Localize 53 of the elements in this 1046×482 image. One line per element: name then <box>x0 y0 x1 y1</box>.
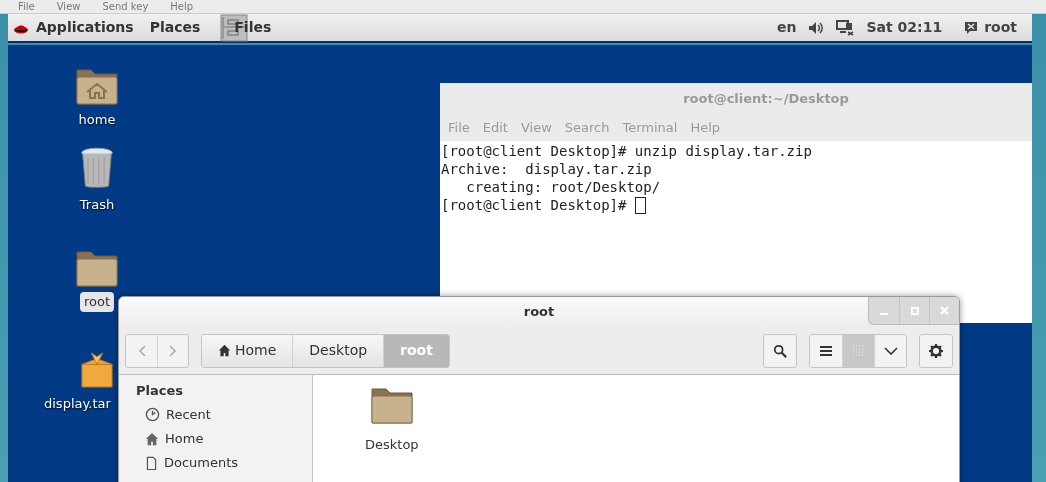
menu-item[interactable]: Help <box>170 0 194 13</box>
applications-menu[interactable]: Applications <box>36 17 134 38</box>
volume-icon[interactable] <box>808 20 825 35</box>
chevron-left-icon <box>137 344 146 357</box>
terminal-line: creating: root/Desktop/ <box>465 178 661 196</box>
window-title: root <box>523 303 555 322</box>
terminal-line: Archive: display.tar.zip <box>440 160 652 178</box>
menu-item[interactable]: View <box>56 0 81 13</box>
package-icon <box>80 350 114 390</box>
user-menu[interactable]: root <box>984 17 1017 38</box>
home-icon <box>218 344 231 357</box>
settings-icon <box>929 343 943 358</box>
terminal-cursor <box>634 196 646 214</box>
close-icon <box>940 306 949 315</box>
search-icon <box>773 343 787 358</box>
path-button[interactable]: Desktop <box>292 334 384 367</box>
desktop-icon-label[interactable]: root <box>79 292 115 312</box>
sidebar-item[interactable]: Recent <box>166 404 211 425</box>
active-app-menu[interactable]: Files <box>234 17 272 38</box>
chevron-down-icon <box>883 346 898 355</box>
clock[interactable]: Sat 02:11 <box>866 17 943 38</box>
terminal-line: [root@client Desktop]# <box>440 196 628 214</box>
sidebar-heading: Places <box>135 382 185 400</box>
keyboard-layout-indicator[interactable]: en <box>777 17 797 38</box>
list-icon <box>820 345 832 356</box>
view-options-button[interactable] <box>874 334 906 367</box>
search-button[interactable] <box>763 333 797 368</box>
minimize-icon <box>880 312 888 315</box>
sidebar-item[interactable]: Home <box>165 428 204 449</box>
path-button[interactable]: Home <box>202 334 293 367</box>
settings-button[interactable] <box>919 333 953 368</box>
desktop-icon-label[interactable]: display.tar <box>44 394 111 414</box>
network-disconnected-icon[interactable] <box>836 19 855 36</box>
clock-icon <box>145 407 160 422</box>
desktop-icon-label[interactable]: Trash <box>75 195 119 215</box>
folder-icon <box>75 248 119 288</box>
sidebar-item[interactable]: Documents <box>164 452 239 473</box>
list-view-button[interactable] <box>810 334 842 367</box>
file-item-label[interactable]: Desktop <box>365 435 419 455</box>
trash-icon <box>79 145 115 191</box>
menu-item[interactable]: Send key <box>102 0 149 13</box>
places-menu[interactable]: Places <box>149 17 201 38</box>
desktop-icon-label[interactable]: home <box>74 110 120 130</box>
home-folder-icon <box>75 66 119 106</box>
user-status-icon <box>964 20 979 35</box>
home-icon <box>145 431 159 446</box>
terminal-line: [root@client Desktop]# unzip display.tar.zip <box>440 142 812 160</box>
menu-item[interactable]: File <box>18 0 35 13</box>
maximize-icon <box>910 306 919 315</box>
window-title: root@client:~/Desktop <box>683 90 849 109</box>
folder-icon <box>369 385 414 425</box>
chevron-right-icon <box>169 344 177 357</box>
document-icon <box>145 455 158 470</box>
